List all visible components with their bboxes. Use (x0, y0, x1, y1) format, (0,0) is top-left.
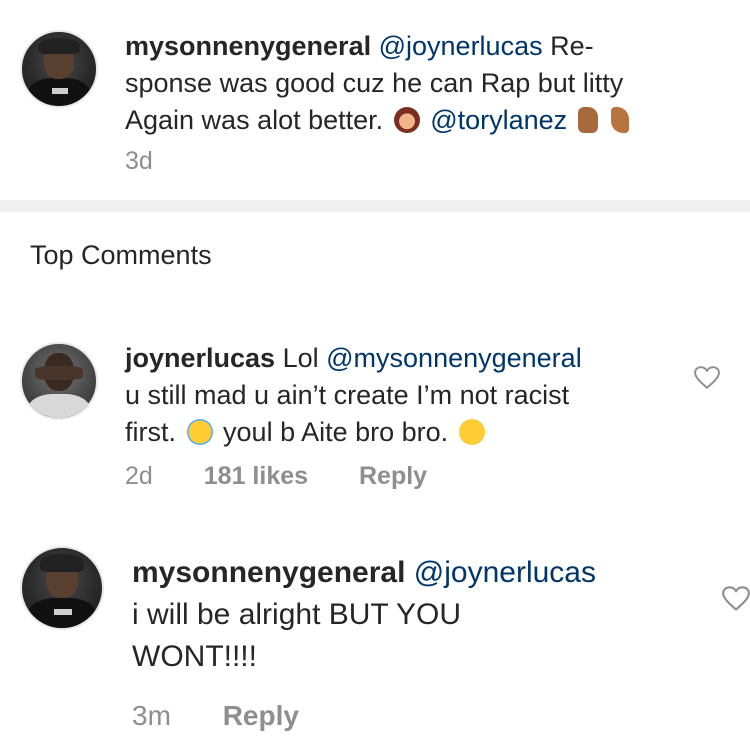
caption-timestamp: 3d (125, 147, 153, 175)
reply-button[interactable]: Reply (359, 462, 427, 490)
avatar[interactable] (20, 546, 104, 630)
comment-username[interactable]: joynerlucas (125, 343, 275, 373)
thumbs-up-icon (577, 107, 598, 133)
avatar[interactable] (20, 30, 98, 108)
avatar[interactable] (20, 342, 98, 420)
comment-mention-mysonnenygeneral[interactable]: @mysonnenygeneral (326, 343, 582, 373)
instagram-comments-screen: mysonnenygeneral @joynerlucas Re- sponse… (0, 0, 750, 750)
caption-text: mysonnenygeneral @joynerlucas Re- sponse… (125, 28, 725, 139)
caption-mention-torylanez[interactable]: @torylanez (430, 105, 567, 135)
comment-text-line3b: youl b Aite bro bro. (223, 417, 449, 447)
top-comments-heading: Top Comments (30, 240, 212, 270)
flexed-biceps-icon (611, 107, 630, 133)
like-heart-icon[interactable] (722, 586, 750, 612)
caption-text-line1: Re- (550, 31, 594, 61)
crying-face-icon (186, 419, 213, 445)
caption-section: mysonnenygeneral @joynerlucas Re- sponse… (0, 0, 750, 200)
comment-username[interactable]: mysonnenygeneral (132, 556, 405, 589)
caption-meta: 3d (125, 147, 197, 176)
comment-text-line2: u still mad u ain’t create I’m not racis… (125, 380, 570, 410)
reply-button[interactable]: Reply (223, 700, 299, 731)
caption-username[interactable]: mysonnenygeneral (125, 31, 371, 61)
section-divider (0, 200, 750, 212)
woman-gesturing-no-icon (393, 107, 420, 133)
comment-text-line2: i will be alright BUT YOU (132, 598, 462, 631)
like-heart-icon[interactable] (694, 366, 720, 390)
comment-text-line3a: first. (125, 417, 176, 447)
comment-timestamp: 3m (132, 700, 171, 731)
comment-meta: 3m Reply (132, 700, 343, 732)
laughing-face-icon (458, 419, 485, 445)
comment-meta: 2d 181 likes Reply (125, 462, 471, 491)
caption-text-line2: sponse was good cuz he can Rap but litty (125, 68, 624, 98)
caption-mention-joynerlucas[interactable]: @joynerlucas (379, 31, 543, 61)
comment-text-line3: WONT!!!! (132, 640, 257, 673)
comment-text-start: Lol (282, 343, 319, 373)
comment-timestamp: 2d (125, 462, 153, 490)
comment-text: joynerlucas Lol @mysonnenygeneral u stil… (125, 340, 685, 451)
comment-mention-joynerlucas[interactable]: @joynerlucas (414, 556, 596, 589)
caption-text-line3: Again was alot better. (125, 105, 384, 135)
comment-text: mysonnenygeneral @joynerlucas i will be … (132, 552, 712, 678)
comment-likes-count[interactable]: 181 likes (204, 462, 308, 490)
